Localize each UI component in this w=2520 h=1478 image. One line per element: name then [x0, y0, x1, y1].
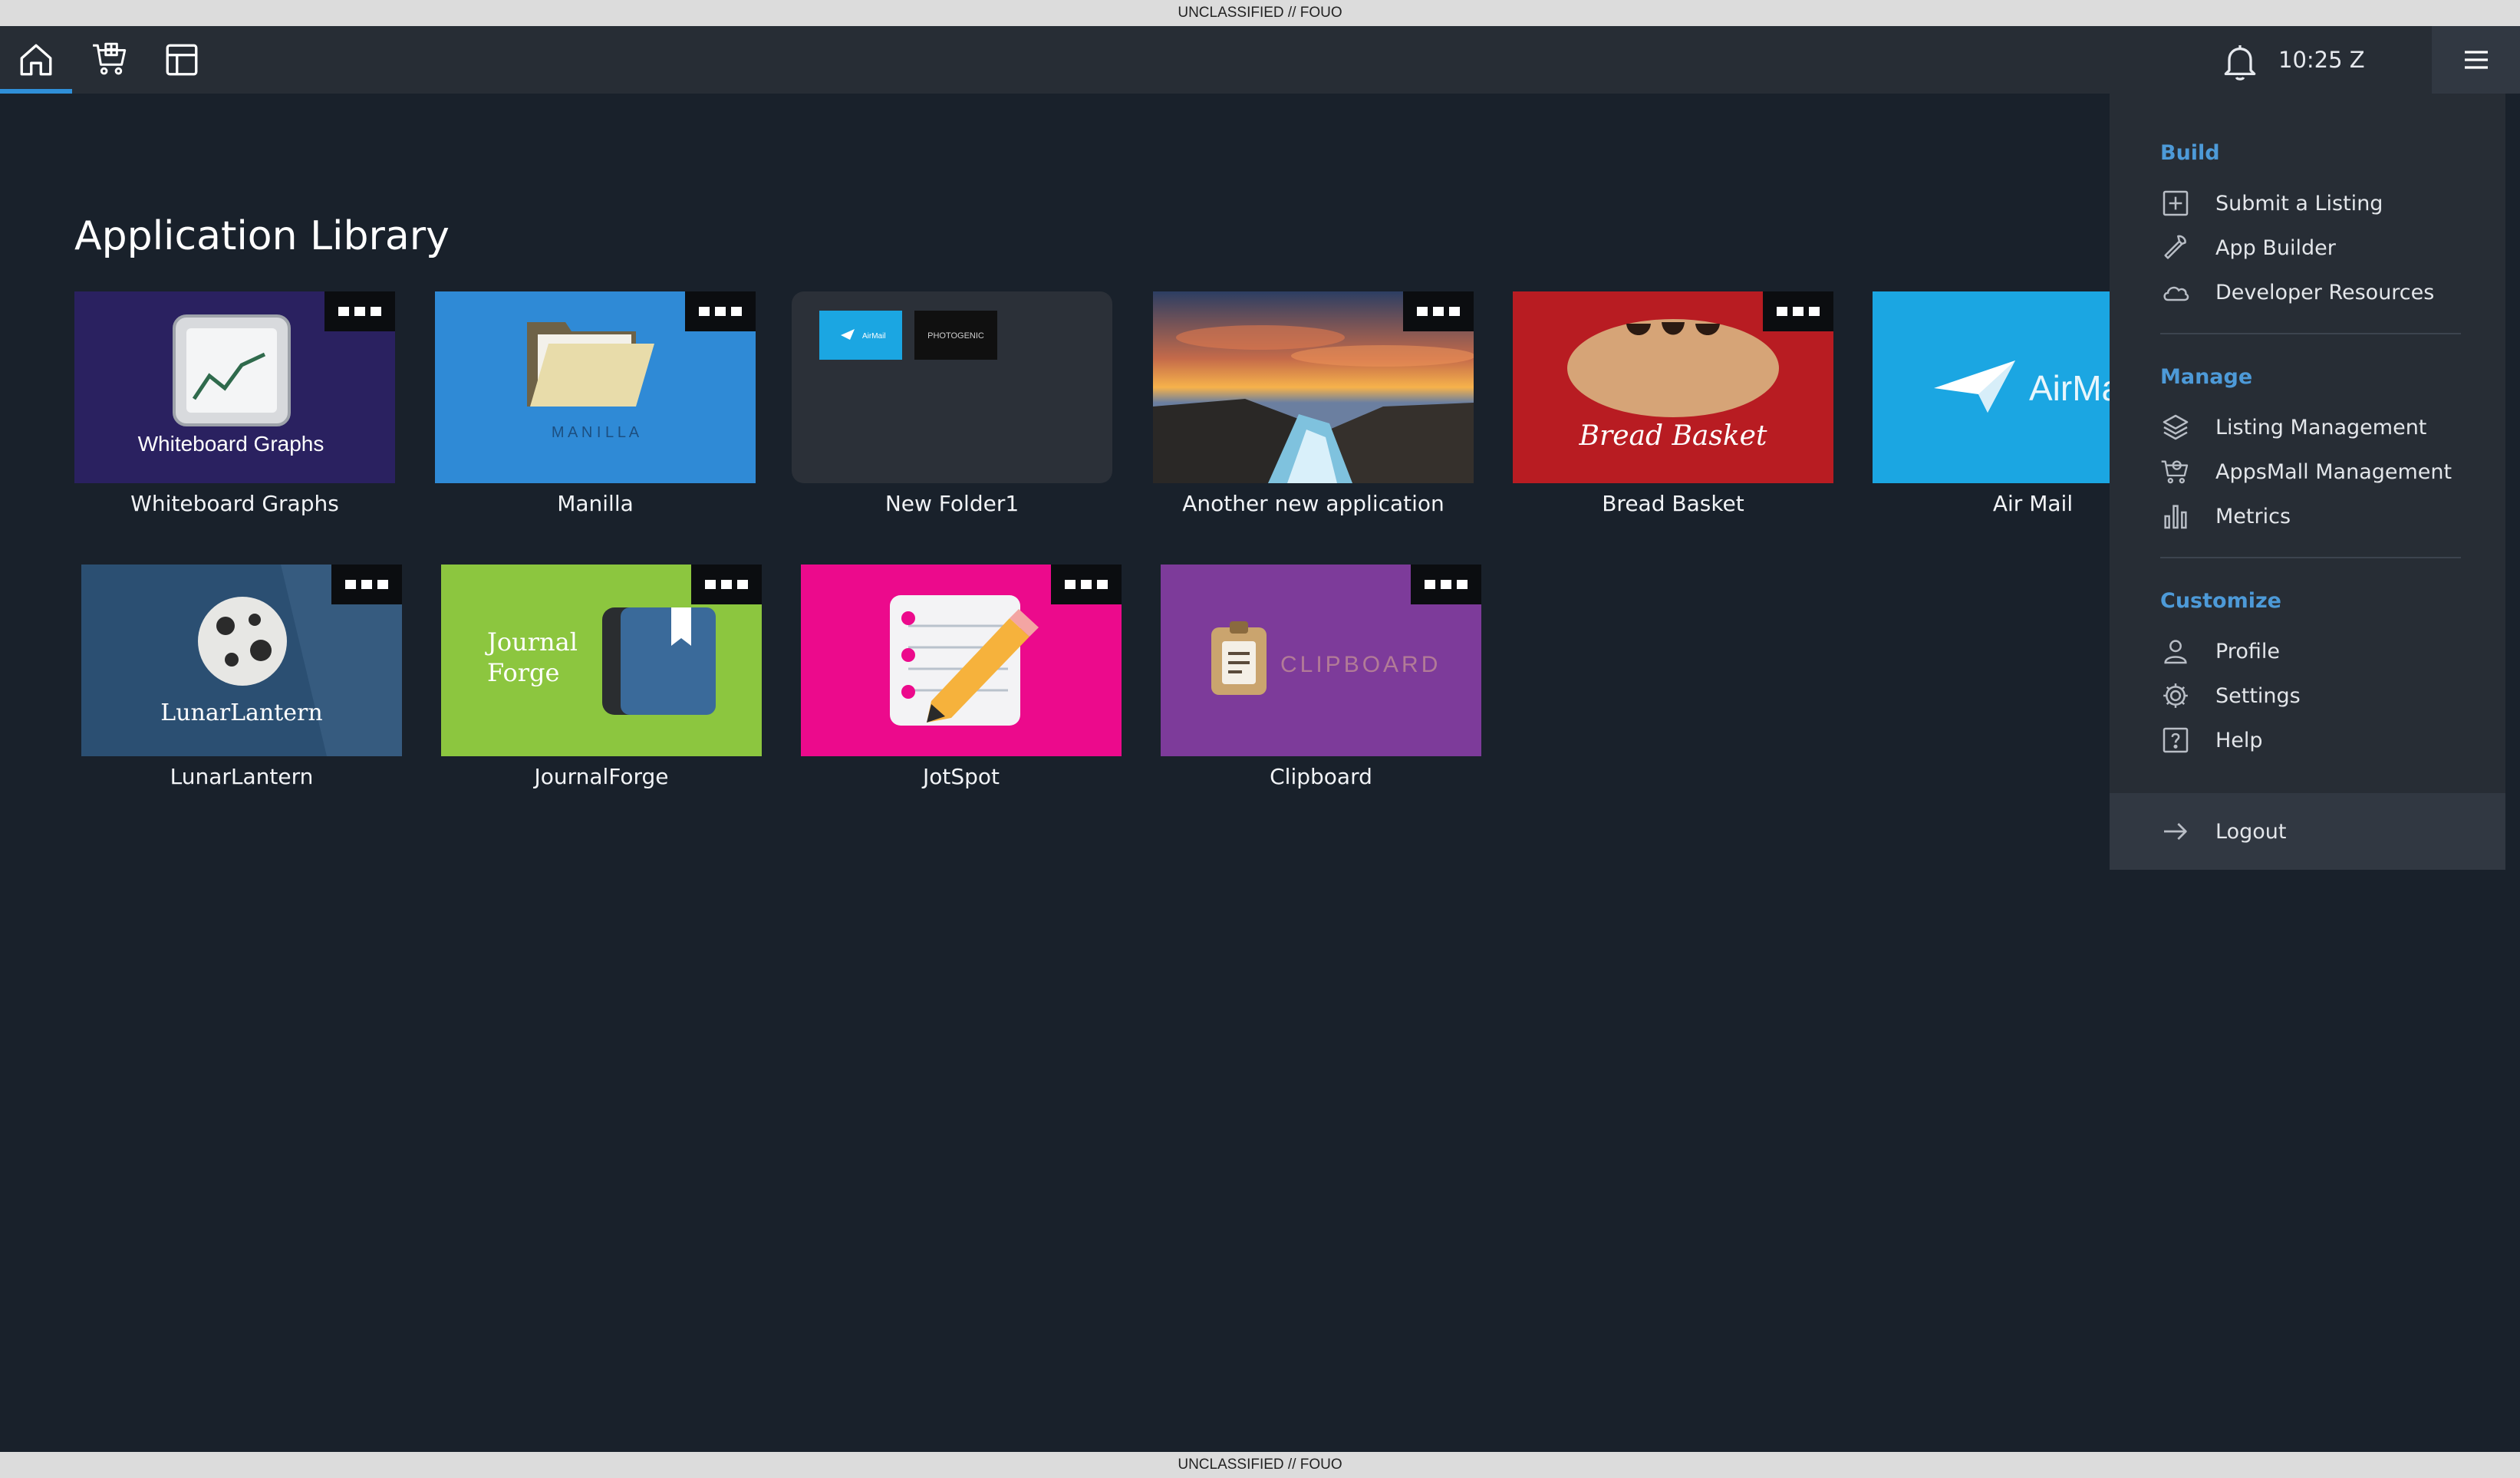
- app-thumbnail: Whiteboard Graphs: [74, 291, 395, 483]
- gear-icon: [2163, 683, 2188, 708]
- app-tile-jotspot[interactable]: JotSpot: [801, 565, 1122, 789]
- app-thumbnail: LunarLantern: [81, 565, 402, 756]
- tile-options-button[interactable]: [1763, 291, 1833, 331]
- app-thumbnail: Journal Forge: [441, 565, 762, 756]
- layout-icon: [166, 44, 198, 76]
- clock: 10:25 Z: [2278, 47, 2365, 73]
- svg-text:CLIPBOARD: CLIPBOARD: [1280, 652, 1441, 677]
- folder-item-airmail[interactable]: AirMail: [819, 311, 902, 360]
- classification-banner-top: UNCLASSIFIED // FOUO: [0, 0, 2520, 26]
- app-thumbnail: Bread Basket: [1513, 291, 1833, 483]
- layout-button[interactable]: [146, 26, 218, 94]
- menu-divider: [2160, 333, 2461, 334]
- tile-options-button[interactable]: [331, 565, 402, 604]
- svg-text:Whiteboard Graphs: Whiteboard Graphs: [138, 432, 324, 456]
- menu-item-help[interactable]: Help: [2160, 721, 2482, 759]
- svg-text:Bread Basket: Bread Basket: [1579, 420, 1767, 452]
- app-thumbnail: [801, 565, 1122, 756]
- logout-section: Logout: [2110, 793, 2505, 870]
- app-thumbnail: M A N I L L A: [435, 291, 756, 483]
- svg-text:AirMail: AirMail: [862, 332, 886, 341]
- app-name: LunarLantern: [170, 764, 314, 789]
- tile-options-button[interactable]: [1051, 565, 1122, 604]
- page-title: Application Library: [74, 213, 450, 259]
- cart-icon: [93, 42, 127, 75]
- app-name: Bread Basket: [1602, 491, 1744, 516]
- svg-text:Journal: Journal: [485, 627, 578, 657]
- menu-item-developer-resources[interactable]: Developer Resources: [2160, 273, 2482, 311]
- section-title-manage: Manage: [2160, 365, 2253, 389]
- tile-options-button[interactable]: [324, 291, 395, 331]
- tile-options-button[interactable]: [1403, 291, 1474, 331]
- wrench-icon: [2164, 235, 2186, 259]
- app-name: JournalForge: [534, 764, 669, 789]
- store-button[interactable]: [74, 26, 147, 94]
- help-icon: [2163, 727, 2189, 753]
- app-name: Manilla: [557, 491, 634, 516]
- svg-text:AirMa: AirMa: [2029, 368, 2122, 408]
- app-name: Whiteboard Graphs: [130, 491, 339, 516]
- app-name: JotSpot: [922, 764, 1000, 789]
- svg-text:M A N I L L A: M A N I L L A: [552, 424, 640, 441]
- bell-icon[interactable]: [2219, 40, 2261, 83]
- plus-square-icon: [2163, 190, 2189, 216]
- folder-thumbnail: AirMail PHOTOGENIC: [792, 291, 1112, 483]
- svg-text:LunarLantern: LunarLantern: [160, 699, 322, 726]
- tile-options-button[interactable]: [1411, 565, 1481, 604]
- app-tile-journalforge[interactable]: Journal Forge JournalForge: [441, 565, 762, 789]
- menu-item-profile[interactable]: Profile: [2160, 632, 2482, 670]
- menu-item-app-builder[interactable]: App Builder: [2160, 229, 2482, 267]
- folder-item-photogenic[interactable]: PHOTOGENIC: [914, 311, 997, 360]
- home-icon: [20, 44, 52, 76]
- menu-item-logout[interactable]: Logout: [2160, 812, 2482, 851]
- menu-divider: [2160, 557, 2461, 558]
- menu-item-metrics[interactable]: Metrics: [2160, 497, 2482, 535]
- user-icon: [2164, 640, 2187, 664]
- app-tile-whiteboard-graphs[interactable]: Whiteboard Graphs Whiteboard Graphs: [74, 291, 395, 516]
- app-tile-manilla[interactable]: M A N I L L A Manilla: [435, 291, 756, 516]
- section-title-customize: Customize: [2160, 589, 2281, 613]
- main-menu-button[interactable]: [2432, 26, 2520, 94]
- tile-options-button[interactable]: [685, 291, 756, 331]
- hamburger-icon: [2464, 51, 2488, 69]
- app-tile-clipboard[interactable]: CLIPBOARD Clipboard: [1161, 565, 1481, 789]
- svg-text:Forge: Forge: [487, 658, 559, 687]
- app-folder-new-folder1[interactable]: AirMail PHOTOGENIC New Folder1: [792, 291, 1112, 516]
- menu-item-appsmall-management[interactable]: AppsMall Management: [2160, 453, 2482, 491]
- arrow-right-icon: [2164, 823, 2187, 840]
- menu-item-listing-management[interactable]: Listing Management: [2160, 408, 2482, 446]
- layers-icon: [2163, 414, 2189, 440]
- tile-options-button[interactable]: [691, 565, 762, 604]
- classification-banner-bottom: UNCLASSIFIED // FOUO: [0, 1452, 2520, 1478]
- main-menu-panel: Build Submit a Listing App Builder Devel…: [2110, 94, 2505, 870]
- app-thumbnail: CLIPBOARD: [1161, 565, 1481, 756]
- menu-item-submit-listing[interactable]: Submit a Listing: [2160, 184, 2482, 222]
- home-button[interactable]: [0, 26, 72, 94]
- app-name: Clipboard: [1270, 764, 1372, 789]
- app-tile-another-new-application[interactable]: Another new application: [1153, 291, 1474, 516]
- top-navigation-bar: 10:25 Z: [0, 26, 2520, 94]
- app-name: Another new application: [1182, 491, 1444, 516]
- menu-item-settings[interactable]: Settings: [2160, 676, 2482, 715]
- bar-chart-icon: [2164, 505, 2187, 529]
- cloud-icon: [2163, 286, 2189, 301]
- cart-gear-icon: [2161, 460, 2189, 484]
- svg-text:PHOTOGENIC: PHOTOGENIC: [927, 331, 984, 341]
- app-tile-lunarlantern[interactable]: LunarLantern LunarLantern: [81, 565, 402, 789]
- app-thumbnail: [1153, 291, 1474, 483]
- app-tile-bread-basket[interactable]: Bread Basket Bread Basket: [1513, 291, 1833, 516]
- folder-name: New Folder1: [884, 491, 1020, 516]
- section-title-build: Build: [2160, 141, 2220, 165]
